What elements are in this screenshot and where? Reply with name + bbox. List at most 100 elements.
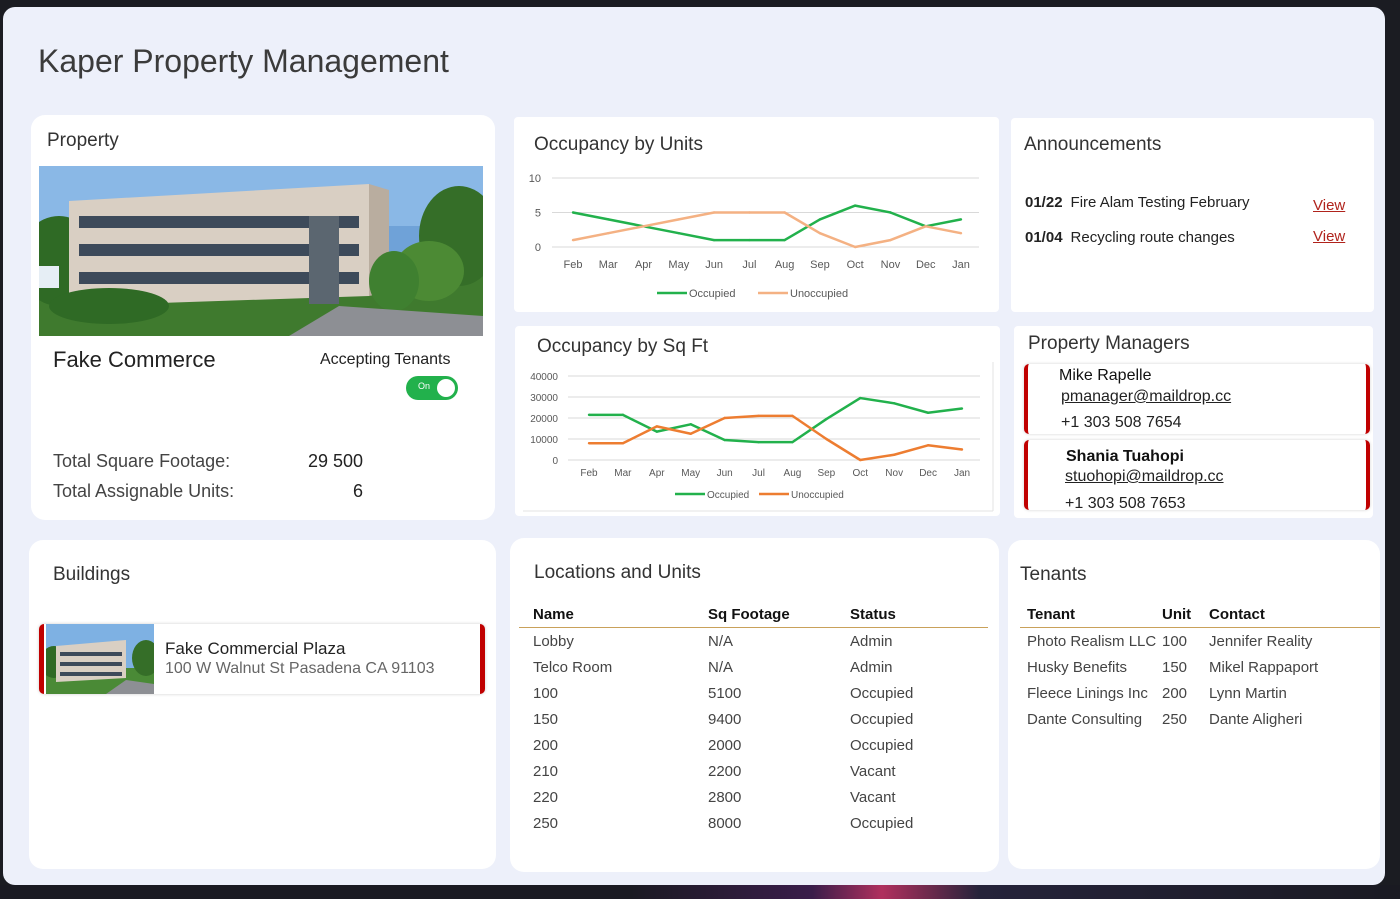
announcement-view-link[interactable]: View — [1313, 197, 1345, 214]
location-cell: 8000 — [708, 814, 742, 832]
data-point-unoccupied — [825, 437, 828, 441]
x-tick-label: May — [681, 468, 700, 479]
data-point-occupied — [655, 430, 659, 433]
building-name: Fake Commercial Plaza — [165, 639, 346, 658]
x-tick-label: Feb — [564, 259, 583, 271]
table-row[interactable]: 200 2000 Occupied — [519, 732, 988, 758]
y-tick-label: 10 — [529, 173, 541, 185]
locations-table: Name Sq Footage Status Lobby N/A Admin Telc… — [519, 604, 988, 836]
table-row[interactable]: 100 5100 Occupied — [519, 680, 988, 706]
buildings-title: Buildings — [53, 564, 131, 585]
data-point-unoccupied — [889, 238, 892, 242]
tenant-cell: Fleece Linings Inc — [1027, 684, 1148, 702]
location-cell: 200 — [533, 736, 559, 754]
occupancy-sqft-chart: 0 10000 20000 30000 40000 Feb Mar Apr May Jun Jul A… — [523, 362, 994, 512]
column-header-tenant: Tenant — [1020, 604, 1162, 628]
x-tick-label: Jul — [752, 468, 765, 479]
tenants-table: Tenant Unit Contact Photo Realism LLC 100… — [1020, 604, 1380, 732]
x-tick-label: Apr — [635, 259, 652, 271]
x-tick-label: Dec — [916, 259, 936, 271]
data-point-unoccupied — [959, 232, 963, 235]
legend-label: Occupied — [689, 288, 735, 300]
data-point-occupied — [587, 413, 591, 417]
y-tick-label: 0 — [552, 456, 558, 467]
data-point-unoccupied — [607, 232, 610, 235]
table-row[interactable]: Photo Realism LLC 100 Jennifer Reality — [1020, 628, 1380, 655]
data-point-occupied — [791, 440, 794, 444]
y-tick-label: 10000 — [530, 435, 558, 446]
manager-email-link[interactable]: stuohopi@maildrop.cc — [1065, 468, 1224, 486]
location-cell: 2800 — [708, 788, 742, 806]
building-item[interactable]: Fake Commercial Plaza 100 W Walnut St Pa… — [39, 624, 485, 694]
accepting-tenants-toggle[interactable]: On — [406, 376, 458, 400]
tenant-cell: Jennifer Reality — [1209, 632, 1313, 650]
table-row[interactable]: 250 8000 Occupied — [519, 810, 988, 836]
property-photo — [39, 166, 483, 336]
announcement-view-link[interactable]: View — [1313, 228, 1345, 245]
data-point-unoccupied — [783, 211, 786, 214]
data-point-unoccupied — [571, 238, 575, 242]
y-tick-label: 40000 — [530, 372, 558, 383]
locations-header-row: Name Sq Footage Status — [519, 604, 988, 628]
data-point-unoccupied — [655, 425, 659, 428]
occupancy-sqft-card: Occupancy by Sq Ft 0 10000 20000 30000 40000… — [515, 326, 1000, 516]
data-point-unoccupied — [926, 444, 930, 447]
data-point-occupied — [689, 423, 692, 426]
tenants-header-row: Tenant Unit Contact — [1020, 604, 1380, 628]
x-tick-label: Aug — [775, 259, 795, 271]
data-point-occupied — [825, 417, 828, 421]
series-line-occupied — [589, 396, 963, 444]
property-name: Fake Commerce — [53, 347, 216, 372]
manager-phone: +1 303 508 7653 — [1065, 495, 1186, 512]
data-point-occupied — [748, 238, 751, 242]
location-cell: 5100 — [708, 684, 742, 702]
manager-email-link[interactable]: pmanager@maildrop.cc — [1061, 388, 1231, 406]
y-tick-label: 5 — [535, 208, 541, 220]
announcement-date: 01/04 — [1025, 229, 1063, 246]
x-tick-label: Oct — [847, 259, 864, 271]
table-row[interactable]: 220 2800 Vacant — [519, 784, 988, 810]
table-row[interactable]: Husky Benefits 150 Mikel Rappaport — [1020, 654, 1380, 680]
data-point-occupied — [677, 232, 681, 235]
announcement-text: Recycling route changes — [1070, 229, 1235, 246]
total-square-footage-label: Total Square Footage: — [53, 451, 231, 471]
locations-title: Locations and Units — [534, 562, 701, 583]
x-tick-label: Nov — [885, 468, 903, 479]
manager-name: Shania Tuahopi — [1066, 448, 1184, 465]
manager-card: Mike Rapelle pmanager@maildrop.cc +1 303… — [1024, 364, 1370, 434]
data-point-unoccupied — [689, 432, 692, 435]
table-row[interactable]: Telco Room N/A Admin — [519, 654, 988, 680]
announcement-text: Fire Alam Testing February — [1070, 194, 1250, 211]
x-tick-label: Jul — [742, 259, 756, 271]
tenant-cell: 200 — [1162, 684, 1188, 702]
location-cell: Lobby — [533, 632, 574, 650]
data-point-unoccupied — [791, 414, 794, 418]
location-cell: 210 — [533, 762, 559, 780]
tenants-title: Tenants — [1020, 564, 1087, 585]
location-cell: 150 — [533, 710, 559, 728]
data-point-occupied — [960, 407, 964, 410]
x-tick-label: Jan — [954, 468, 970, 479]
tenants-card: Tenants Tenant Unit Contact Photo Realis… — [1008, 540, 1380, 869]
data-point-occupied — [621, 413, 625, 417]
column-header-sq-footage: Sq Footage — [708, 604, 850, 628]
data-point-unoccupied — [892, 453, 896, 456]
data-point-occupied — [571, 211, 575, 214]
property-card: Property Fake Commerce Accepting Tenants… — [31, 115, 495, 520]
announcement-item: 01/04 Recycling route changes — [1025, 229, 1235, 246]
location-cell: Vacant — [850, 788, 896, 806]
table-row[interactable]: Dante Consulting 250 Dante Aligheri — [1020, 706, 1380, 732]
building-thumbnail — [46, 624, 154, 694]
data-point-unoccupied — [642, 225, 645, 228]
property-card-title: Property — [47, 130, 119, 151]
legend-label: Occupied — [707, 490, 749, 501]
tenant-cell: Dante Aligheri — [1209, 710, 1303, 728]
location-cell: Admin — [850, 658, 893, 676]
table-row[interactable]: 150 9400 Occupied — [519, 706, 988, 732]
column-header-status: Status — [850, 604, 988, 628]
table-row[interactable]: 210 2200 Vacant — [519, 758, 988, 784]
x-tick-label: May — [668, 259, 689, 271]
data-point-unoccupied — [677, 218, 681, 221]
table-row[interactable]: Fleece Linings Inc 200 Lynn Martin — [1020, 680, 1380, 706]
table-row[interactable]: Lobby N/A Admin — [519, 628, 988, 655]
